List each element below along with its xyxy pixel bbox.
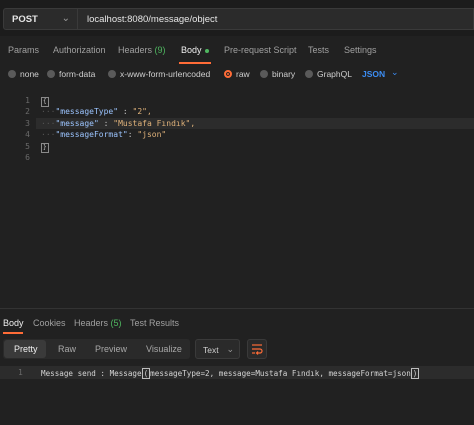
radio-urlencoded-label: x-www-form-urlencoded xyxy=(120,69,211,79)
response-tab-test-results[interactable]: Test Results xyxy=(130,318,179,328)
radio-circle-icon xyxy=(8,70,16,78)
response-prefix: Message send : Message xyxy=(41,369,142,378)
chevron-down-icon: ⌄ xyxy=(61,13,70,24)
active-tab-indicator xyxy=(179,62,211,64)
json-sep: : xyxy=(98,119,114,128)
radio-circle-icon xyxy=(260,70,268,78)
radio-selected-icon xyxy=(224,70,232,78)
radio-none-label: none xyxy=(20,69,39,79)
json-value: "Mustafa Fındık", xyxy=(113,119,196,128)
code-line: { xyxy=(41,96,49,107)
code-line: ···"messageType" : "2", xyxy=(41,107,152,116)
active-response-tab-indicator xyxy=(3,332,23,334)
panel-divider[interactable] xyxy=(0,308,474,309)
radio-graphql-label: GraphQL xyxy=(317,69,352,79)
radio-form-data-label: form-data xyxy=(59,69,96,79)
headers-count-badge: (9) xyxy=(154,45,166,55)
close-brace: } xyxy=(41,143,49,153)
tab-params[interactable]: Params xyxy=(8,45,39,55)
radio-urlencoded[interactable]: x-www-form-urlencoded xyxy=(108,69,210,79)
view-visualize-button[interactable]: Visualize xyxy=(146,344,182,354)
radio-form-data[interactable]: form-data xyxy=(47,69,95,79)
json-value: "json" xyxy=(137,130,167,139)
line-number: 3 xyxy=(25,119,30,128)
radio-none[interactable]: none xyxy=(8,69,39,79)
wrap-lines-icon xyxy=(252,344,263,355)
json-key: "messageType" xyxy=(55,107,119,116)
line-number: 2 xyxy=(25,107,30,116)
view-raw-button[interactable]: Raw xyxy=(58,344,76,354)
open-paren: ( xyxy=(141,368,151,379)
tab-pre-request-script[interactable]: Pre-request Script xyxy=(224,45,297,55)
json-key: "message" xyxy=(55,119,99,128)
response-format-label: Text xyxy=(203,345,219,355)
request-body-editor[interactable]: 1 2 3 4 5 6 { ···"messageType" : "2", ··… xyxy=(0,92,474,308)
tab-headers-label: Headers xyxy=(118,45,153,55)
open-brace: { xyxy=(41,97,49,107)
json-sep: : xyxy=(127,130,138,139)
response-line-number: 1 xyxy=(18,368,23,377)
tab-settings[interactable]: Settings xyxy=(344,45,377,55)
tab-body-label: Body xyxy=(181,45,202,55)
radio-graphql[interactable]: GraphQL xyxy=(305,69,352,79)
radio-circle-icon xyxy=(108,70,116,78)
json-sep: : xyxy=(118,107,133,116)
code-line: } xyxy=(41,142,49,153)
url-value: localhost:8080/message/object xyxy=(87,14,218,25)
chevron-down-icon: ⌄ xyxy=(391,67,399,77)
method-label: POST xyxy=(12,14,38,25)
body-type-selector: none form-data x-www-form-urlencoded raw… xyxy=(0,66,474,84)
response-inner: messageType=2, message=Mustafa Fındık, m… xyxy=(150,369,411,378)
method-select[interactable]: POST ⌄ xyxy=(3,8,78,30)
tab-body[interactable]: Body xyxy=(181,45,209,55)
radio-circle-icon xyxy=(47,70,55,78)
radio-circle-icon xyxy=(305,70,313,78)
code-line: ···"message" : "Mustafa Fındık", xyxy=(41,119,196,128)
response-tab-headers[interactable]: Headers (5) xyxy=(74,318,122,328)
format-select[interactable]: JSON xyxy=(362,69,385,79)
json-key: "messageFormat" xyxy=(55,130,128,139)
code-line: ···"messageFormat": "json" xyxy=(41,130,167,139)
response-tab-cookies[interactable]: Cookies xyxy=(33,318,66,328)
line-number: 5 xyxy=(25,142,30,151)
tab-headers[interactable]: Headers (9) xyxy=(118,45,166,55)
json-value: "2", xyxy=(132,107,152,116)
radio-binary-label: binary xyxy=(272,69,296,79)
response-headers-count-badge: (5) xyxy=(110,318,122,328)
url-input[interactable]: localhost:8080/message/object xyxy=(78,8,474,30)
close-paren: ) xyxy=(410,368,420,379)
request-bar: POST ⌄ localhost:8080/message/object xyxy=(0,0,474,36)
chevron-down-icon: ⌄ xyxy=(226,344,234,354)
tab-authorization[interactable]: Authorization xyxy=(53,45,106,55)
radio-raw[interactable]: raw xyxy=(224,69,250,79)
radio-raw-label: raw xyxy=(236,69,250,79)
line-number: 6 xyxy=(25,153,30,162)
view-preview-button[interactable]: Preview xyxy=(95,344,127,354)
response-tab-headers-label: Headers xyxy=(74,318,109,328)
modified-dot-icon xyxy=(204,48,209,53)
response-format-select[interactable]: Text ⌄ xyxy=(195,339,240,359)
radio-binary[interactable]: binary xyxy=(260,69,295,79)
view-pretty-button[interactable]: Pretty xyxy=(14,344,38,354)
response-tab-body[interactable]: Body xyxy=(3,318,24,328)
tab-tests[interactable]: Tests xyxy=(308,45,329,55)
line-number: 1 xyxy=(25,96,30,105)
response-body-text[interactable]: Message send : Message(messageType=2, me… xyxy=(41,368,420,379)
wrap-lines-button[interactable] xyxy=(247,339,267,359)
line-number: 4 xyxy=(25,130,30,139)
